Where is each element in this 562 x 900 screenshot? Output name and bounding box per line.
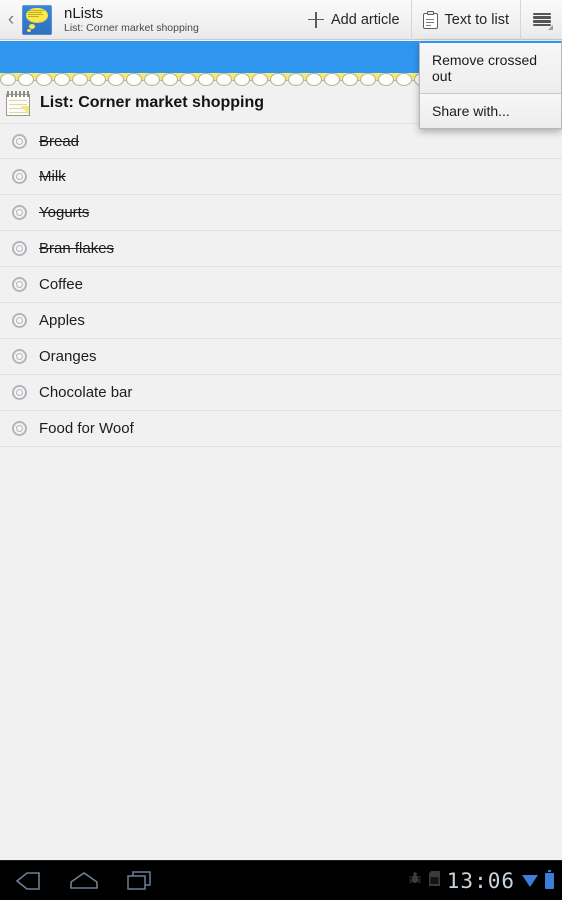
spiral-ring <box>234 73 250 86</box>
android-recents-icon[interactable] <box>112 861 168 900</box>
text-to-list-label: Text to list <box>444 11 509 28</box>
list-item[interactable]: Chocolate bar <box>0 375 562 411</box>
spiral-ring <box>216 73 232 86</box>
spiral-ring <box>162 73 178 86</box>
spiral-ring <box>108 73 124 86</box>
usb-debug-bug-icon <box>408 871 422 890</box>
spiral-ring <box>72 73 88 86</box>
spiral-ring <box>306 73 322 86</box>
list-item[interactable]: Yogurts <box>0 195 562 231</box>
dropdown-indicator-icon <box>548 24 553 30</box>
list-item[interactable]: Coffee <box>0 267 562 303</box>
bubble-tail-small <box>27 28 31 32</box>
spiral-ring <box>252 73 268 86</box>
list-item[interactable]: Bran flakes <box>0 231 562 267</box>
action-bar: ‹ nLists List: Corner market shopping Ad… <box>0 0 562 40</box>
battery-icon <box>545 870 554 889</box>
back-chevron-icon[interactable]: ‹ <box>0 0 22 40</box>
spiral-ring <box>180 73 196 86</box>
spiral-ring <box>360 73 376 86</box>
spiral-ring <box>324 73 340 86</box>
target-circle-icon[interactable] <box>12 349 27 364</box>
spiral-ring <box>90 73 106 86</box>
spiral-ring <box>288 73 304 86</box>
menu-item-share-with[interactable]: Share with... <box>420 93 561 128</box>
plus-icon <box>308 11 325 28</box>
sd-card-icon <box>428 870 440 891</box>
target-circle-icon[interactable] <box>12 313 27 328</box>
list-item[interactable]: Milk <box>0 159 562 195</box>
app-subtitle: List: Corner market shopping <box>64 21 199 34</box>
notepad-icon <box>6 90 30 116</box>
spiral-ring <box>18 73 34 86</box>
android-back-icon[interactable] <box>0 861 56 900</box>
article-list: Bread Milk Yogurts Bran flakes Coffee Apples O… <box>0 123 562 447</box>
text-to-list-button[interactable]: Text to list <box>410 0 520 40</box>
add-article-button[interactable]: Add article <box>297 0 411 40</box>
status-tray[interactable]: 13:06 <box>408 869 562 893</box>
overflow-dropdown-menu[interactable]: Remove crossed out Share with... <box>419 41 562 129</box>
list-item-label: Bread <box>39 132 80 150</box>
list-item-label: Food for Woof <box>39 420 134 437</box>
list-item-label: Bran flakes <box>39 240 115 257</box>
spiral-ring <box>54 73 70 86</box>
list-item-label: Apples <box>39 312 85 329</box>
spiral-ring <box>144 73 160 86</box>
target-circle-icon[interactable] <box>12 133 27 149</box>
list-item[interactable]: Oranges <box>0 339 562 375</box>
add-article-label: Add article <box>331 11 400 28</box>
bubble-tail-large <box>29 23 35 29</box>
menu-item-remove-crossed-out[interactable]: Remove crossed out <box>420 43 561 93</box>
target-circle-icon[interactable] <box>12 205 27 220</box>
wifi-signal-icon <box>522 874 538 887</box>
spiral-ring <box>342 73 358 86</box>
spiral-ring <box>198 73 214 86</box>
target-circle-icon[interactable] <box>12 277 27 292</box>
overflow-menu-button[interactable] <box>520 0 562 40</box>
spiral-ring <box>36 73 52 86</box>
list-item[interactable]: Food for Woof <box>0 411 562 447</box>
android-home-icon[interactable] <box>56 861 112 900</box>
target-circle-icon[interactable] <box>12 385 27 400</box>
status-clock: 13:06 <box>446 868 515 893</box>
spiral-ring <box>396 73 412 86</box>
app-title: nLists <box>64 4 104 22</box>
list-item-label: Milk <box>39 168 66 185</box>
thought-bubble-icon <box>26 7 48 23</box>
target-circle-icon[interactable] <box>12 169 27 184</box>
system-navigation-bar: 13:06 <box>0 860 562 900</box>
page-content: List: Corner market shopping Bread Milk Yo… <box>0 87 562 860</box>
target-circle-icon[interactable] <box>12 421 27 436</box>
spiral-ring <box>0 73 16 86</box>
titles: nLists List: Corner market shopping <box>64 5 199 35</box>
spiral-ring <box>378 73 394 86</box>
list-item[interactable]: Apples <box>0 303 562 339</box>
list-item-label: Chocolate bar <box>39 384 133 401</box>
target-circle-icon[interactable] <box>12 241 27 256</box>
app-root: ‹ nLists List: Corner market shopping Ad… <box>0 0 562 900</box>
spiral-ring <box>270 73 286 86</box>
list-item-label: Yogurts <box>39 204 90 221</box>
list-item-label: Coffee <box>39 276 83 293</box>
spiral-ring <box>126 73 142 86</box>
clipboard-icon <box>422 10 438 29</box>
page-title: List: Corner market shopping <box>40 94 265 111</box>
app-icon[interactable] <box>22 4 52 35</box>
list-item-label: Oranges <box>39 348 97 365</box>
